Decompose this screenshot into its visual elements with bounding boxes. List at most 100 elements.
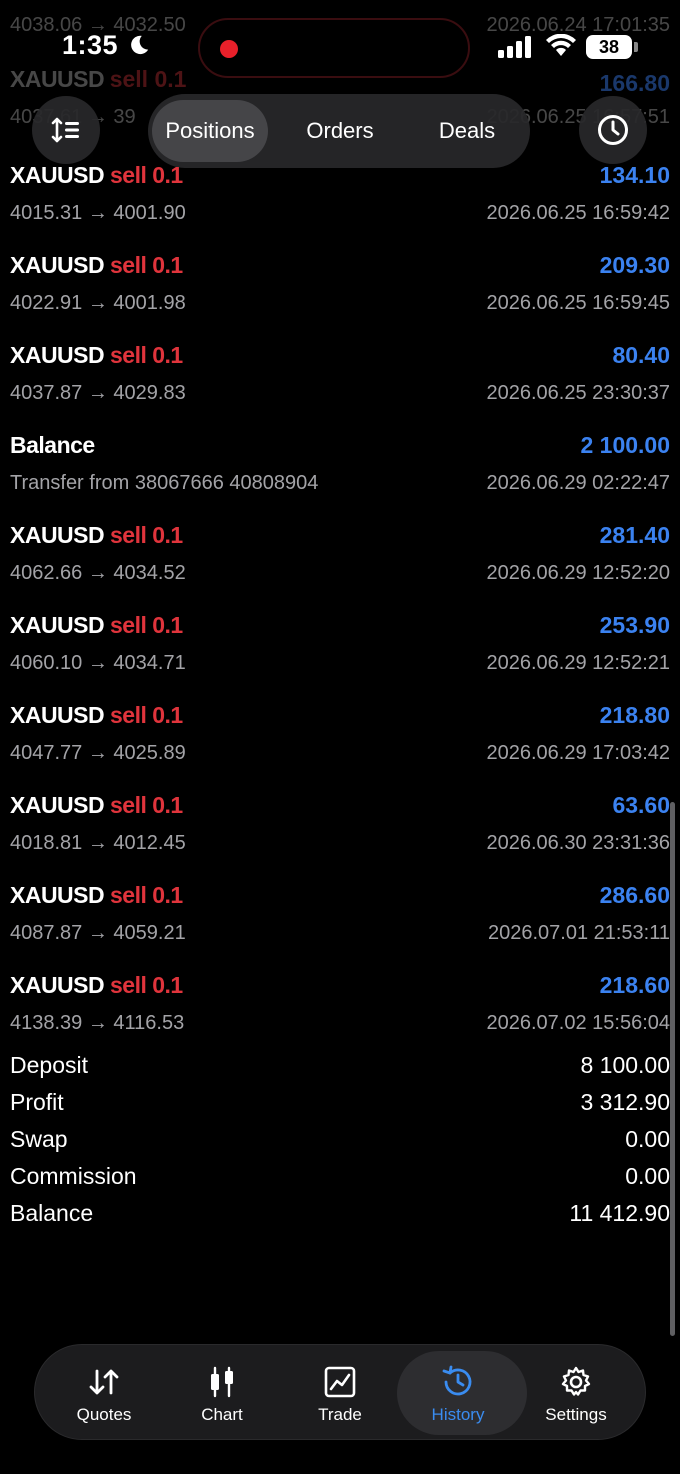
summary-value: 3 312.90: [580, 1089, 670, 1115]
deal-side: sell 0.1: [110, 612, 183, 638]
deal-prices: 4138.39 → 4116.53: [10, 1012, 185, 1034]
sort-icon: [51, 117, 79, 143]
summary-row-swap: Swap 0.00: [10, 1126, 670, 1163]
segmented-control: Positions Orders Deals: [148, 94, 530, 168]
summary-row-commission: Commission 0.00: [10, 1163, 670, 1200]
deal-profit: 134.10: [599, 162, 670, 188]
tab-bar: Quotes Chart Trade History Settings: [34, 1344, 646, 1440]
deal-side: sell 0.1: [110, 882, 183, 908]
deal-profit: 2 100.00: [580, 432, 670, 458]
deal-row[interactable]: XAUUSD sell 0.1 253.90 4060.10 → 4034.71 202…: [0, 608, 680, 698]
deal-symbol: XAUUSD: [10, 882, 105, 908]
deal-time: 2026.07.02 15:56:04: [486, 1012, 670, 1034]
deal-row[interactable]: XAUUSD sell 0.1 286.60 4087.87 → 4059.21 202…: [0, 878, 680, 968]
deal-header: XAUUSD sell 0.1 80.40: [10, 338, 670, 374]
battery-indicator: 38: [586, 35, 632, 59]
tab-trade[interactable]: Trade: [281, 1345, 399, 1441]
tab-chart[interactable]: Chart: [163, 1345, 281, 1441]
tab-label: Quotes: [76, 1405, 132, 1424]
deal-symbol: Balance: [10, 432, 95, 458]
clock-icon: [598, 115, 628, 145]
deal-time: 2026.07.01 21:53:11: [487, 922, 670, 944]
history-clock-icon: [442, 1365, 472, 1396]
recording-dot-icon: [220, 40, 238, 58]
deal-header: XAUUSD sell 0.1 281.40: [10, 518, 670, 554]
battery-nub: [634, 42, 638, 52]
wifi-icon: [546, 34, 576, 56]
deal-header: Balance 2 100.00: [10, 428, 670, 464]
tab-settings[interactable]: Settings: [517, 1345, 635, 1441]
deal-details: 4018.81 → 4012.45 2026.06.30 23:31:36: [10, 824, 670, 854]
deal-time: 2026.06.29 12:52:20: [486, 562, 670, 584]
deal-row[interactable]: XAUUSD sell 0.1 80.40 4037.87 → 4029.83 2026…: [0, 338, 680, 428]
deal-prices: 4015.31 → 4001.90: [10, 202, 186, 224]
deal-row[interactable]: XAUUSD sell 0.1 218.80 4047.77 → 4025.89 202…: [0, 698, 680, 788]
deal-symbol: XAUUSD: [10, 342, 105, 368]
segment-orders[interactable]: Orders: [276, 94, 404, 168]
deal-side: sell 0.1: [110, 342, 183, 368]
tab-label: Settings: [545, 1405, 607, 1424]
deal-details: 4138.39 → 4116.53 2026.07.02 15:56:04: [10, 1004, 670, 1034]
deal-row[interactable]: XAUUSD sell 0.1 209.30 4022.91 → 4001.98 202…: [0, 248, 680, 338]
deal-side: sell 0.1: [110, 972, 183, 998]
cellular-signal-icon: [498, 36, 531, 58]
balance-row[interactable]: Balance 2 100.00 Transfer from 38067666 40…: [0, 428, 680, 518]
deal-details: 4022.91 → 4001.98 2026.06.25 16:59:45: [10, 284, 670, 314]
deal-row[interactable]: XAUUSD sell 0.1 218.60 4138.39 → 4116.53 202…: [0, 968, 680, 1058]
deal-symbol: XAUUSD: [10, 522, 105, 548]
deal-profit: 253.90: [599, 612, 670, 638]
deal-profit: 286.60: [599, 882, 670, 908]
deal-profit: 63.60: [612, 792, 670, 818]
summary-label: Profit: [10, 1089, 64, 1115]
tab-quotes[interactable]: Quotes: [45, 1345, 163, 1441]
deal-symbol: XAUUSD: [10, 972, 105, 998]
deal-details: Transfer from 38067666 40808904 2026.06.2…: [10, 464, 670, 494]
segment-positions[interactable]: Positions: [152, 94, 268, 168]
deal-prices: 4087.87 → 4059.21: [10, 922, 186, 944]
status-bar: 1:35 38: [0, 0, 680, 100]
deal-header: XAUUSD sell 0.1 218.60: [10, 968, 670, 1004]
deal-time: 2026.06.30 23:31:36: [486, 832, 670, 854]
deal-row[interactable]: XAUUSD sell 0.1 134.10 4015.31 → 4001.90 202…: [0, 158, 680, 248]
quotes-arrows-icon: [89, 1369, 119, 1395]
status-time: 1:35: [62, 30, 119, 60]
summary-label: Balance: [10, 1200, 94, 1226]
deal-details: 4015.31 → 4001.90 2026.06.25 16:59:42: [10, 194, 670, 224]
deal-symbol: XAUUSD: [10, 702, 105, 728]
segment-deals[interactable]: Deals: [406, 94, 528, 168]
deal-prices: 4037.87 → 4029.83: [10, 382, 186, 404]
scrollbar[interactable]: [670, 802, 675, 1336]
deal-header: XAUUSD sell 0.1 286.60: [10, 878, 670, 914]
deal-prices: 4047.77 → 4025.89: [10, 742, 186, 764]
deal-header: XAUUSD sell 0.1 253.90: [10, 608, 670, 644]
summary-value: 0.00: [625, 1126, 670, 1152]
deal-row[interactable]: XAUUSD sell 0.1 63.60 4018.81 → 4012.45 2026…: [0, 788, 680, 878]
deal-symbol: XAUUSD: [10, 792, 105, 818]
deal-header: XAUUSD sell 0.1 134.10: [10, 158, 670, 194]
summary-label: Swap: [10, 1126, 68, 1152]
deal-profit: 218.80: [599, 702, 670, 728]
deal-profit: 80.40: [612, 342, 670, 368]
deal-header: XAUUSD sell 0.1 209.30: [10, 248, 670, 284]
deal-row[interactable]: XAUUSD sell 0.1 281.40 4062.66 → 4034.52 202…: [0, 518, 680, 608]
deal-side: sell 0.1: [110, 702, 183, 728]
summary-value: 11 412.90: [569, 1200, 670, 1226]
deal-time: 2026.06.29 12:52:21: [486, 652, 670, 674]
summary-label: Commission: [10, 1163, 137, 1189]
deal-symbol: XAUUSD: [10, 162, 105, 188]
deal-prices: 4062.66 → 4034.52: [10, 562, 186, 584]
tab-history[interactable]: History: [397, 1345, 527, 1441]
deal-time: 2026.06.25 16:59:45: [486, 292, 670, 314]
deal-prices: 4060.10 → 4034.71: [10, 652, 186, 674]
summary-row-profit: Profit 3 312.90: [10, 1089, 670, 1126]
deal-symbol: XAUUSD: [10, 252, 105, 278]
summary-row-balance: Balance 11 412.90: [10, 1200, 670, 1237]
deal-details: 4047.77 → 4025.89 2026.06.29 17:03:42: [10, 734, 670, 764]
deal-time: 2026.06.25 23:30:37: [486, 382, 670, 404]
moon-icon: [131, 35, 149, 55]
dynamic-island: [198, 18, 470, 78]
sort-button[interactable]: [32, 96, 100, 164]
deal-side: sell 0.1: [110, 162, 183, 188]
deal-prices: 4018.81 → 4012.45: [10, 832, 186, 854]
period-button[interactable]: [579, 96, 647, 164]
